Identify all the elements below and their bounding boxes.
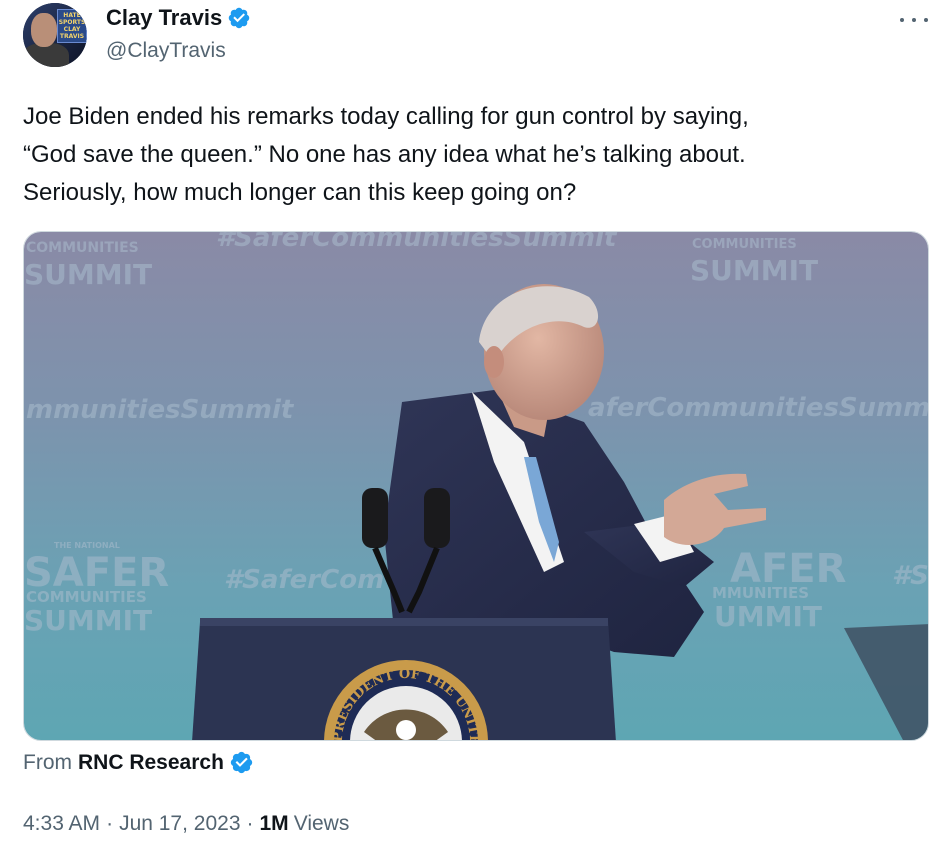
- tweet-date[interactable]: Jun 17, 2023: [119, 812, 240, 836]
- verified-badge-icon[interactable]: [227, 6, 251, 30]
- tweet-time[interactable]: 4:33 AM: [23, 812, 100, 836]
- meta-separator: ·: [106, 812, 114, 835]
- tweet-video[interactable]: COMMUNITIES SUMMIT #SaferCommunitiesSumm…: [23, 231, 929, 741]
- backdrop-text: aferCommunitiesSumm: [588, 393, 929, 423]
- more-dot: [900, 18, 904, 22]
- backdrop-text: mmunitiesSummit: [26, 395, 295, 425]
- more-dot: [912, 18, 916, 22]
- author-handle[interactable]: @ClayTravis: [106, 39, 226, 63]
- meta-separator: ·: [246, 812, 254, 835]
- author-display-name[interactable]: Clay Travis: [106, 5, 222, 31]
- backdrop-text: #SaferCommunitiesSummit: [216, 232, 618, 253]
- author-name-row: Clay Travis: [106, 5, 251, 31]
- video-frame: COMMUNITIES SUMMIT #SaferCommunitiesSumm…: [24, 232, 929, 740]
- more-dot: [924, 18, 928, 22]
- verified-badge-icon[interactable]: [229, 750, 254, 775]
- backdrop-text: SUMMIT: [24, 258, 152, 291]
- avatar-face: [31, 13, 57, 47]
- backdrop-text: #S: [892, 561, 929, 591]
- backdrop-text: THE NATIONAL: [54, 541, 120, 550]
- source-account-name[interactable]: RNC Research: [78, 751, 224, 775]
- avatar-sign: HATE SPORTS CLAY TRAVIS: [57, 9, 87, 43]
- more-options-icon[interactable]: [900, 10, 928, 30]
- tweet-text: Joe Biden ended his remarks today callin…: [23, 103, 749, 206]
- backdrop-text: SUMMIT: [690, 254, 818, 287]
- from-label: From: [23, 750, 72, 774]
- views-label: Views: [293, 812, 350, 835]
- tweet-metadata: 4:33 AM · Jun 17, 2023 · 1M Views: [23, 812, 349, 836]
- backdrop-text: COMMUNITIES: [26, 240, 139, 256]
- views-count[interactable]: 1M: [260, 812, 289, 836]
- backdrop-text: #SaferCom: [224, 565, 384, 595]
- avatar-sign-text: HATE SPORTS CLAY TRAVIS: [58, 12, 86, 40]
- backdrop-text: COMMUNITIES: [692, 237, 797, 252]
- media-source-attribution: From RNC Research: [23, 750, 254, 775]
- backdrop-text: SUMMIT: [24, 604, 152, 637]
- backdrop-text: UMMIT: [714, 600, 822, 633]
- author-avatar[interactable]: HATE SPORTS CLAY TRAVIS: [23, 3, 87, 67]
